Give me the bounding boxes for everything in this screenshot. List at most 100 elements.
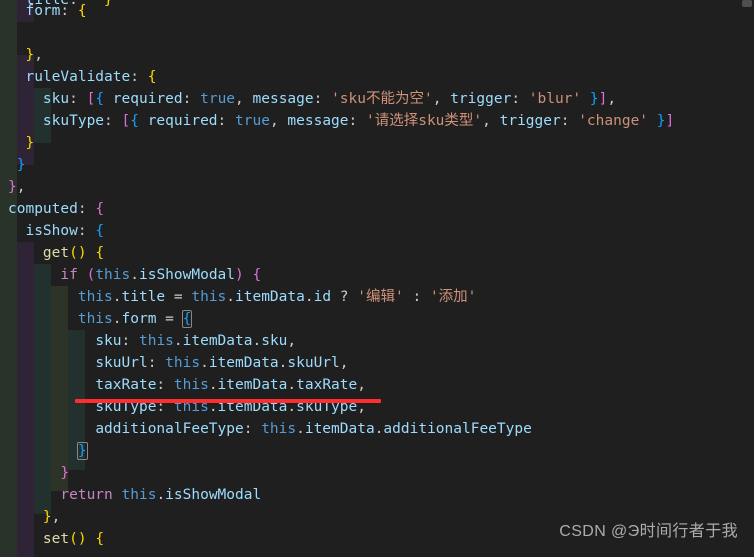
token: { [130, 113, 139, 129]
line-form-taxrate[interactable]: taxRate: this.itemData.taxRate, [0, 374, 754, 396]
token: { [147, 69, 157, 85]
token: : [511, 91, 529, 107]
line-isshow-open[interactable]: isShow: { [0, 220, 754, 242]
token: this [121, 487, 157, 503]
token: itemData [235, 289, 305, 305]
token: . [252, 333, 262, 349]
line-blank-1[interactable] [0, 22, 754, 44]
token: } [25, 135, 35, 151]
line-if-close[interactable]: } [0, 462, 754, 484]
token: , [357, 377, 366, 393]
line-assign-title[interactable]: this.title = this.itemData.id ? '编辑' : '… [0, 286, 754, 308]
token: : [60, 3, 78, 19]
token: } [25, 47, 35, 63]
token: : [130, 69, 148, 85]
line-rulevalidate-close[interactable]: } [0, 132, 754, 154]
line-form-skuurl[interactable]: skuUrl: this.itemData.skuUrl, [0, 352, 754, 374]
scrollbar-thumb[interactable] [742, 0, 752, 7]
token: { [181, 310, 193, 328]
token: . [173, 333, 183, 349]
line-form-sku[interactable]: sku: this.itemData.sku, [0, 330, 754, 352]
vertical-scrollbar[interactable] [740, 0, 754, 557]
line-get-open[interactable]: get() { [0, 242, 754, 264]
token: this [191, 289, 227, 305]
token: , [432, 91, 451, 107]
line-form-additionalfeetype[interactable]: additionalFeeType: this.itemData.additio… [0, 418, 754, 440]
token: this [77, 311, 113, 327]
token: : [77, 223, 96, 239]
token: , [482, 113, 500, 129]
token: ? [331, 289, 358, 305]
token: message [252, 91, 314, 107]
token: . [112, 289, 122, 305]
token: computed [8, 201, 78, 217]
token: '添加' [429, 289, 477, 305]
line-rule-sku[interactable]: sku: [{ required: true, message: 'sku不能为… [0, 88, 754, 110]
line-return[interactable]: return this.isShowModal [0, 484, 754, 506]
token: required [147, 113, 218, 129]
token: . [208, 377, 218, 393]
code-content[interactable]: title: } form: { }, ruleValidate: { sku:… [0, 0, 754, 557]
token: : [104, 113, 122, 129]
token: sku [261, 333, 288, 349]
token: () [69, 245, 87, 261]
token: } [42, 509, 52, 525]
token: true [200, 91, 236, 107]
line-assign-form[interactable]: this.form = { [0, 308, 754, 330]
token: . [287, 377, 297, 393]
line-rule-skutype[interactable]: skuType: [{ required: true, message: '请选… [0, 110, 754, 132]
token: isShow [25, 223, 78, 239]
line-section-close[interactable]: }, [0, 176, 754, 198]
token: , [269, 113, 288, 129]
token: title [121, 289, 166, 305]
line-form-open[interactable]: form: { [0, 0, 754, 22]
token: : [348, 113, 366, 129]
token: 'sku不能为空' [331, 91, 433, 107]
token: isShowModal [165, 487, 262, 503]
token: { [95, 201, 105, 217]
token: itemData [217, 377, 288, 393]
token: '编辑' [357, 289, 404, 305]
token: : [403, 289, 430, 305]
token: : [217, 113, 236, 129]
line-computed-open[interactable]: computed: { [0, 198, 754, 220]
token: true [235, 113, 270, 129]
token: taxRate [95, 377, 157, 393]
token: isShowModal [138, 267, 236, 283]
token: , [235, 91, 253, 107]
token: : [69, 91, 87, 107]
token: : [243, 421, 262, 437]
code-editor[interactable]: title: } form: { }, ruleValidate: { sku:… [0, 0, 754, 557]
line-form-close[interactable]: }, [0, 44, 754, 66]
token: { [252, 267, 262, 283]
token: : [147, 355, 166, 371]
line-if-isshowmodal[interactable]: if (this.isShowModal) { [0, 264, 754, 286]
token: : [121, 333, 139, 349]
token: , [287, 333, 297, 349]
token: additionalFeeType [95, 421, 244, 437]
token: = [165, 289, 192, 305]
token: taxRate [296, 377, 358, 393]
token: { [95, 531, 105, 547]
line-data-close[interactable]: } [0, 154, 754, 176]
token: . [112, 311, 122, 327]
token: id [313, 289, 332, 305]
token: this [165, 355, 201, 371]
line-form-object-close[interactable]: } [0, 440, 754, 462]
line-rulevalidate-open[interactable]: ruleValidate: { [0, 66, 754, 88]
